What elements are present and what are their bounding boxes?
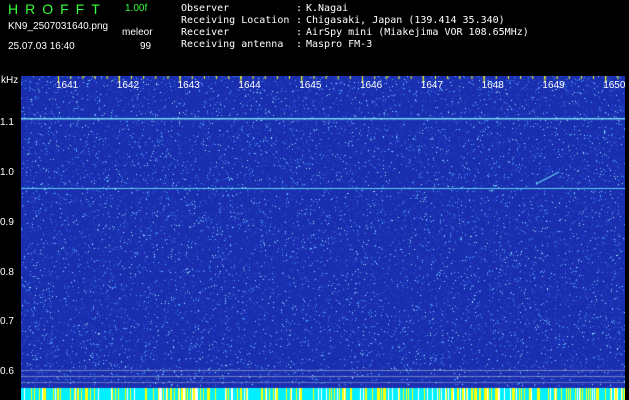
- count-label: 99: [140, 41, 152, 52]
- plot-right-border: [625, 76, 629, 400]
- x-tick-label: 1649: [542, 80, 565, 91]
- receiver-colon: :: [296, 27, 303, 38]
- x-tick-label: 1650: [603, 80, 626, 91]
- x-tick-label: 1641: [56, 80, 79, 91]
- y-tick-label: 0.9: [0, 217, 14, 228]
- receiver-value: AirSpy mini (Miakejima VOR 108.65MHz): [306, 27, 529, 38]
- location-value: Chigasaki, Japan (139.414 35.340): [306, 15, 505, 26]
- observer-value: K.Nagai: [306, 3, 349, 14]
- y-tick-label: 0.8: [0, 267, 14, 278]
- antenna-label: Receiving antenna: [181, 39, 284, 50]
- observer-colon: :: [296, 3, 303, 14]
- antenna-colon: :: [296, 39, 303, 50]
- x-tick-label: 1647: [420, 80, 444, 91]
- x-tick-label: 1644: [238, 80, 261, 91]
- observer-label: Observer: [181, 3, 230, 14]
- x-tick-label: 1646: [360, 80, 383, 91]
- receiver-label: Receiver: [181, 27, 230, 38]
- version-label: 1.00f: [125, 3, 148, 14]
- filename-label: KN9_2507031640.png: [8, 21, 109, 32]
- mode-label: meleor: [122, 27, 153, 38]
- y-tick-label: 1.0: [0, 167, 14, 178]
- spectrogram-canvas[interactable]: [21, 76, 625, 400]
- location-colon: :: [296, 15, 303, 26]
- x-tick-label: 1645: [299, 80, 322, 91]
- x-tick-label: 1642: [116, 80, 140, 91]
- x-tick-label: 1643: [177, 80, 200, 91]
- y-tick-label: 0.6: [0, 366, 14, 377]
- datetime-label: 25.07.03 16:40: [8, 41, 75, 52]
- antenna-value: Maspro FM-3: [306, 39, 373, 50]
- x-tick-label: 1648: [481, 80, 504, 91]
- location-label: Receiving Location: [181, 15, 290, 26]
- y-axis-unit: kHz: [1, 75, 19, 86]
- y-tick-label: 1.1: [0, 117, 14, 128]
- header-panel: HROFFT 1.00f KN9_2507031640.png 25.07.03…: [0, 0, 629, 76]
- y-tick-label: 0.7: [0, 316, 14, 327]
- app-title: HROFFT: [8, 1, 107, 17]
